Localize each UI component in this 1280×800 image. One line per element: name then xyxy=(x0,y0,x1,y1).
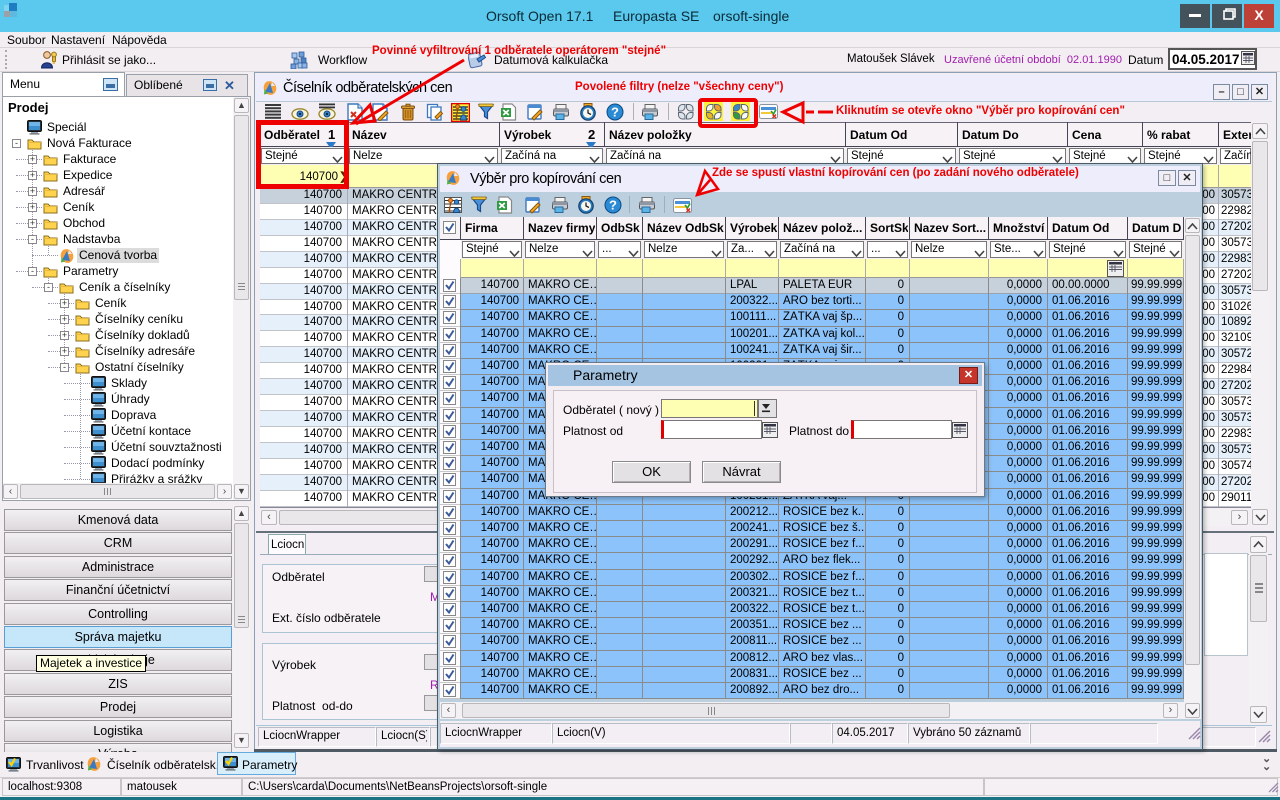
svg-text:?: ? xyxy=(609,198,617,213)
svg-text:?: ? xyxy=(611,105,619,120)
